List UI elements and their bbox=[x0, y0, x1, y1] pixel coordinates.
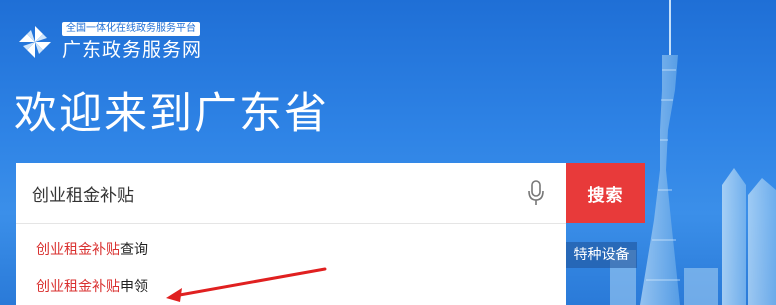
search-button[interactable]: 搜索 bbox=[566, 163, 645, 223]
annotation-arrow-icon bbox=[166, 267, 327, 302]
suggestion-rest: 申领 bbox=[120, 279, 148, 295]
suggestion-item[interactable]: 创业租金补贴查询 bbox=[16, 232, 566, 268]
hot-tag-special-equipment[interactable]: 特种设备 bbox=[566, 242, 637, 268]
search-input[interactable] bbox=[16, 163, 526, 223]
microphone-icon[interactable] bbox=[526, 180, 546, 206]
logo-site-name: 广东政务服务网 bbox=[62, 39, 203, 61]
suggestion-rest: 查询 bbox=[120, 242, 148, 258]
pinwheel-logo-icon bbox=[19, 25, 51, 58]
site-logo[interactable]: 全国一体化在线政务服务平台 广东政务服务网 bbox=[16, 22, 202, 61]
suggestion-highlight: 创业租金补贴 bbox=[36, 242, 120, 258]
suggestion-highlight: 创业租金补贴 bbox=[36, 279, 120, 295]
logo-tagline: 全国一体化在线政务服务平台 bbox=[62, 22, 200, 36]
search-box bbox=[16, 163, 566, 223]
welcome-heading: 欢迎来到广东省 bbox=[14, 89, 329, 139]
